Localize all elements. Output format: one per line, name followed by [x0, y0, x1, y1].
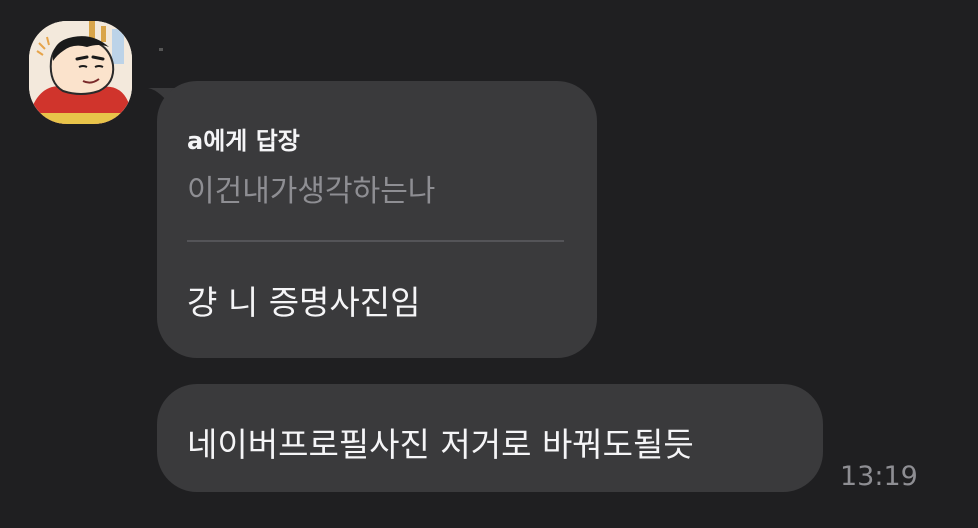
message-text: 걍 니 증명사진임	[187, 283, 421, 322]
reply-quoted-text[interactable]: 이건내가생각하는나	[187, 166, 435, 210]
message-bubble[interactable]: 네이버프로필사진 저거로 바꿔도될듯	[157, 384, 823, 492]
reply-divider	[187, 240, 564, 242]
typing-dot	[159, 48, 163, 51]
message-bubble-reply[interactable]: a에게 답장 이건내가생각하는나 걍 니 증명사진임	[157, 81, 597, 358]
reply-title: a에게 답장	[187, 127, 300, 155]
message-text: 네이버프로필사진 저거로 바꿔도될듯	[187, 425, 694, 464]
message-timestamp: 13:19	[840, 461, 918, 492]
cartoon-boy-avatar-icon	[29, 21, 132, 124]
avatar[interactable]	[29, 21, 132, 124]
